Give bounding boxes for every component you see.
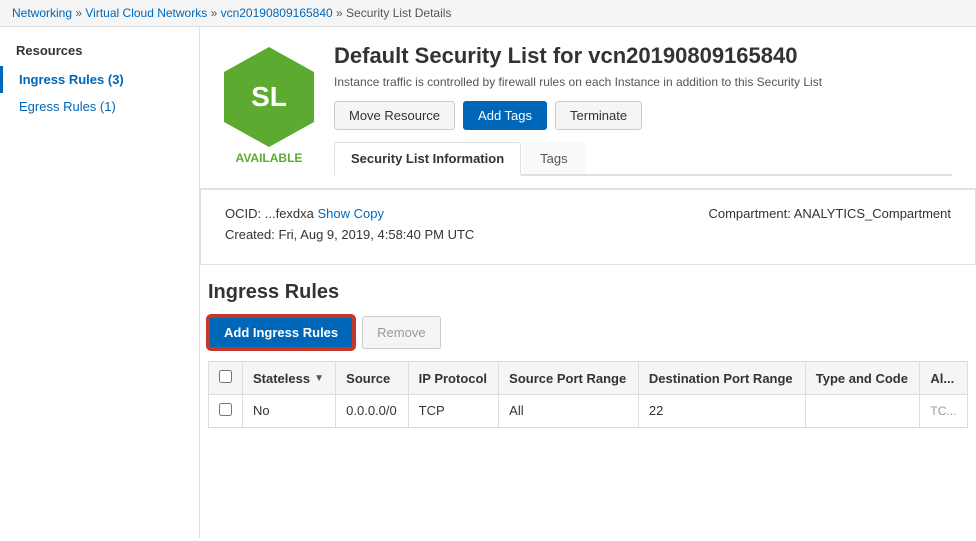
ingress-actions: Add Ingress Rules Remove [208,316,968,349]
row-source: 0.0.0.0/0 [336,395,409,428]
row-checkbox[interactable] [219,403,232,416]
sidebar-section-title: Resources [0,43,199,66]
tab-security-list-info[interactable]: Security List Information [334,142,521,176]
breadcrumb-networking[interactable]: Networking [12,6,72,20]
sidebar-item-egress-rules[interactable]: Egress Rules (1) [0,93,199,120]
created-label: Created: [225,227,275,242]
header-info: Default Security List for vcn20190809165… [334,43,952,176]
col-destination-port-range: Destination Port Range [638,362,805,395]
col-source-port-range: Source Port Range [499,362,639,395]
ocid-value: ...fexdxa [265,206,314,221]
info-panel: OCID: ...fexdxa Show Copy Compartment: A… [200,189,976,265]
select-all-checkbox[interactable] [219,370,232,383]
row-source-port-range: All [499,395,639,428]
sidebar-item-ingress-rules[interactable]: Ingress Rules (3) [0,66,199,93]
row-destination-port-range: 22 [638,395,805,428]
ingress-title: Ingress Rules [208,281,968,304]
compartment-value: ANALYTICS_Compartment [794,206,951,221]
col-type-and-code: Type and Code [805,362,920,395]
stateless-sort[interactable]: Stateless ▼ [253,371,325,386]
col-ip-protocol: IP Protocol [408,362,499,395]
resource-icon: SL AVAILABLE [224,47,314,165]
ingress-section: Ingress Rules Add Ingress Rules Remove S… [200,265,976,428]
row-type-and-code [805,395,920,428]
tab-tags[interactable]: Tags [523,142,584,174]
terminate-button[interactable]: Terminate [555,101,642,130]
breadcrumb-vcn[interactable]: vcn20190809165840 [221,6,333,20]
tabs: Security List Information Tags [334,142,952,176]
add-tags-button[interactable]: Add Tags [463,101,547,130]
add-ingress-rules-button[interactable]: Add Ingress Rules [208,316,354,349]
col-checkbox [209,362,243,395]
ocid-label: OCID: [225,206,261,221]
compartment-label: Compartment: [708,206,790,221]
remove-button[interactable]: Remove [362,316,440,349]
breadcrumb-current: Security List Details [346,6,451,20]
col-allows: Al... [920,362,968,395]
row-stateless: No [243,395,336,428]
col-stateless: Stateless ▼ [243,362,336,395]
resource-status: AVAILABLE [224,151,314,165]
resource-title: Default Security List for vcn20190809165… [334,43,952,69]
row-allows: TC... [920,395,968,428]
main-content: SL AVAILABLE Default Security List for v… [200,27,976,538]
row-checkbox-cell [209,395,243,428]
hexagon-shape: SL [224,47,314,147]
stateless-sort-icon: ▼ [314,373,324,384]
sidebar: Resources Ingress Rules (3) Egress Rules… [0,27,200,538]
ocid-copy-link[interactable]: Copy [354,206,384,221]
resource-subtitle: Instance traffic is controlled by firewa… [334,75,952,89]
move-resource-button[interactable]: Move Resource [334,101,455,130]
breadcrumb: Networking » Virtual Cloud Networks » vc… [0,0,976,27]
action-buttons: Move Resource Add Tags Terminate [334,101,952,130]
table-row: No 0.0.0.0/0 TCP All 22 TC... [209,395,968,428]
resource-abbreviation: SL [251,81,287,113]
col-source: Source [336,362,409,395]
breadcrumb-vcn-list[interactable]: Virtual Cloud Networks [85,6,207,20]
ingress-rules-table: Stateless ▼ Source IP Protocol Source Po… [208,361,968,428]
ocid-show-link[interactable]: Show [318,206,351,221]
created-value: Fri, Aug 9, 2019, 4:58:40 PM UTC [279,227,475,242]
row-ip-protocol: TCP [408,395,499,428]
header-area: SL AVAILABLE Default Security List for v… [200,27,976,189]
